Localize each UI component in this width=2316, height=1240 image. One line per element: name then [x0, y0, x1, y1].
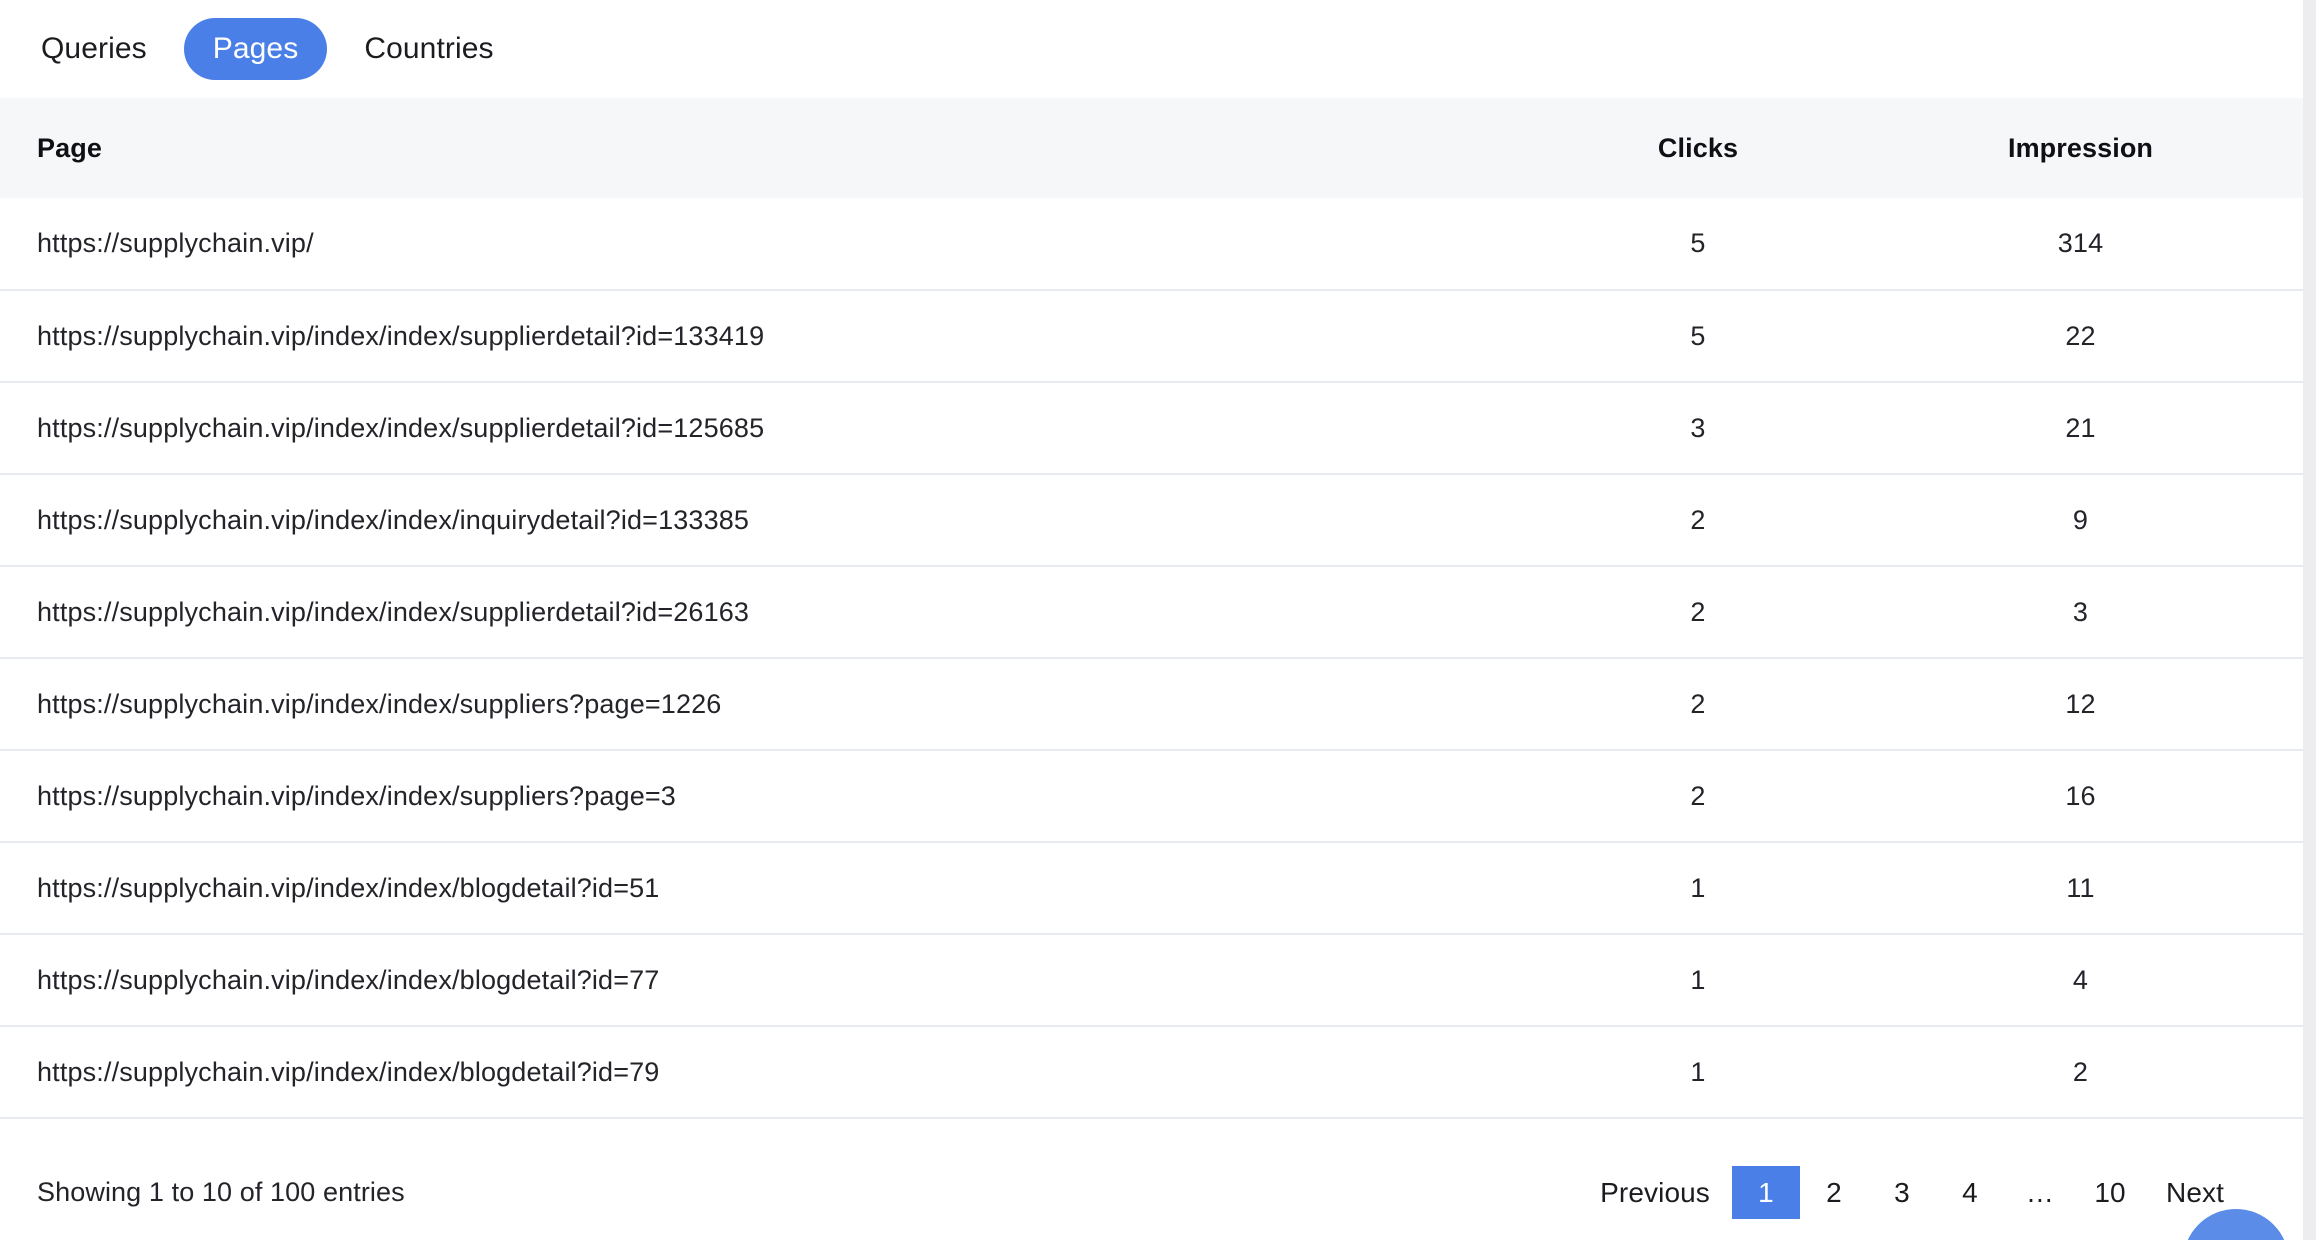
cell-page[interactable]: https://supplychain.vip/index/index/inqu…: [0, 474, 1532, 567]
tab-queries[interactable]: Queries: [12, 18, 176, 80]
cell-clicks: 2: [1532, 658, 1872, 751]
table-header: Page Clicks Impression: [0, 98, 2303, 198]
pagination-page-1[interactable]: 1: [1731, 1165, 1800, 1219]
table-footer: Showing 1 to 10 of 100 entries Previous …: [0, 1119, 2303, 1240]
table-row[interactable]: https://supplychain.vip/index/index/blog…: [0, 1026, 2303, 1119]
right-gutter: [2303, 0, 2316, 1240]
cell-page[interactable]: https://supplychain.vip/index/index/supp…: [0, 382, 1532, 475]
cell-impression: 21: [1872, 382, 2303, 475]
analytics-panel: Queries Pages Countries Page Clicks Impr…: [0, 0, 2303, 1240]
cell-impression: 2: [1872, 1026, 2303, 1119]
pagination-page-3[interactable]: 3: [1868, 1166, 1936, 1219]
pages-table: Page Clicks Impression https://supplycha…: [0, 98, 2303, 1119]
table-body: https://supplychain.vip/ 5 314 https://s…: [0, 198, 2303, 1119]
table-row[interactable]: https://supplychain.vip/ 5 314: [0, 198, 2303, 291]
cell-page[interactable]: https://supplychain.vip/: [0, 198, 1532, 291]
cell-impression: 9: [1872, 474, 2303, 567]
cell-page[interactable]: https://supplychain.vip/index/index/blog…: [0, 934, 1532, 1027]
cell-page[interactable]: https://supplychain.vip/index/index/supp…: [0, 290, 1532, 383]
cell-impression: 314: [1872, 198, 2303, 291]
cell-clicks: 3: [1532, 382, 1872, 475]
cell-clicks: 1: [1532, 1026, 1872, 1119]
cell-clicks: 5: [1532, 290, 1872, 383]
tab-countries[interactable]: Countries: [335, 18, 522, 80]
pagination: Previous 1 2 3 4 … 10 Next: [1578, 1165, 2246, 1219]
tab-pages[interactable]: Pages: [183, 18, 328, 80]
cell-page[interactable]: https://supplychain.vip/index/index/blog…: [0, 842, 1532, 935]
table-row[interactable]: https://supplychain.vip/index/index/supp…: [0, 382, 2303, 475]
cell-impression: 11: [1872, 842, 2303, 935]
pagination-page-10[interactable]: 10: [2076, 1166, 2144, 1219]
cell-clicks: 5: [1532, 198, 1872, 291]
cell-impression: 3: [1872, 566, 2303, 659]
table-row[interactable]: https://supplychain.vip/index/index/supp…: [0, 290, 2303, 383]
cell-clicks: 1: [1532, 842, 1872, 935]
pagination-page-2[interactable]: 2: [1800, 1166, 1868, 1219]
table-row[interactable]: https://supplychain.vip/index/index/supp…: [0, 658, 2303, 751]
cell-impression: 16: [1872, 750, 2303, 843]
table-header-row: Page Clicks Impression: [0, 98, 2303, 198]
page-root: Queries Pages Countries Page Clicks Impr…: [0, 0, 2316, 1240]
entries-info: Showing 1 to 10 of 100 entries: [37, 1176, 405, 1207]
column-header-clicks[interactable]: Clicks: [1532, 98, 1872, 198]
column-header-page[interactable]: Page: [0, 98, 1532, 198]
column-header-impression[interactable]: Impression: [1872, 98, 2303, 198]
pagination-ellipsis: …: [2025, 1176, 2055, 1208]
cell-page[interactable]: https://supplychain.vip/index/index/blog…: [0, 1026, 1532, 1119]
table-row[interactable]: https://supplychain.vip/index/index/supp…: [0, 566, 2303, 659]
cell-page[interactable]: https://supplychain.vip/index/index/supp…: [0, 658, 1532, 751]
table-row[interactable]: https://supplychain.vip/index/index/blog…: [0, 934, 2303, 1027]
cell-impression: 12: [1872, 658, 2303, 751]
cell-page[interactable]: https://supplychain.vip/index/index/supp…: [0, 750, 1532, 843]
cell-clicks: 2: [1532, 566, 1872, 659]
tab-strip: Queries Pages Countries: [0, 0, 2303, 98]
cell-impression: 4: [1872, 934, 2303, 1027]
cell-clicks: 2: [1532, 474, 1872, 567]
cell-page[interactable]: https://supplychain.vip/index/index/supp…: [0, 566, 1532, 659]
cell-clicks: 1: [1532, 934, 1872, 1027]
table-row[interactable]: https://supplychain.vip/index/index/inqu…: [0, 474, 2303, 567]
cell-impression: 22: [1872, 290, 2303, 383]
pagination-previous[interactable]: Previous: [1578, 1166, 1732, 1219]
table-row[interactable]: https://supplychain.vip/index/index/supp…: [0, 750, 2303, 843]
pagination-page-4[interactable]: 4: [1936, 1166, 2004, 1219]
cell-clicks: 2: [1532, 750, 1872, 843]
table-row[interactable]: https://supplychain.vip/index/index/blog…: [0, 842, 2303, 935]
